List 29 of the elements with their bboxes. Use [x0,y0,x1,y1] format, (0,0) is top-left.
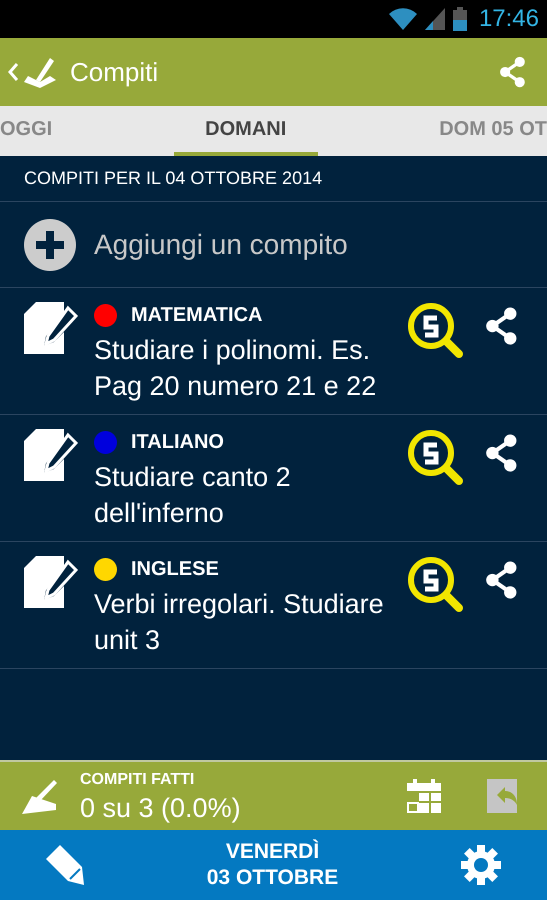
done-label: COMPITI FATTI [80,770,196,790]
subject-label: MATEMATICA [131,303,262,328]
date-label: 03 OTTOBRE [206,865,338,891]
subject-label: INGLESE [131,557,219,582]
task-text: Verbi irregolari. Studiare unit 3 [94,588,385,657]
back-icon [8,62,18,82]
magnifier-icon[interactable] [407,429,463,485]
edit-note-icon[interactable] [24,429,78,481]
task-text: Studiare canto 2 dell'inferno [94,461,292,530]
clock: 17:46 [478,4,539,34]
tab[interactable]: DOMANI [174,106,318,156]
battery-icon [452,7,467,31]
day-label: VENERDÌ [226,839,320,865]
wifi-icon [388,8,417,30]
subject-label: ITALIANO [131,430,224,455]
add-task-button[interactable]: Aggiungi un compito [0,202,547,288]
magnifier-icon[interactable] [407,556,463,612]
app-title: Compiti [70,56,158,88]
task-text: Studiare i polinomi. Es. Pag 20 numero 21 e 22 [94,334,378,403]
done-count: 0 su 3 (0.0%) [80,792,242,824]
signal-icon [424,8,445,30]
settings-icon[interactable] [461,845,501,885]
edit-note-icon[interactable] [24,556,78,608]
section-header: COMPITI PER IL 04 OTTOBRE 2014 [0,156,547,202]
plus-icon [24,218,76,270]
edit-note-icon[interactable] [24,302,78,354]
pencil-icon[interactable] [46,845,84,885]
calendar-icon[interactable] [407,779,441,813]
magnifier-icon[interactable] [407,302,463,358]
